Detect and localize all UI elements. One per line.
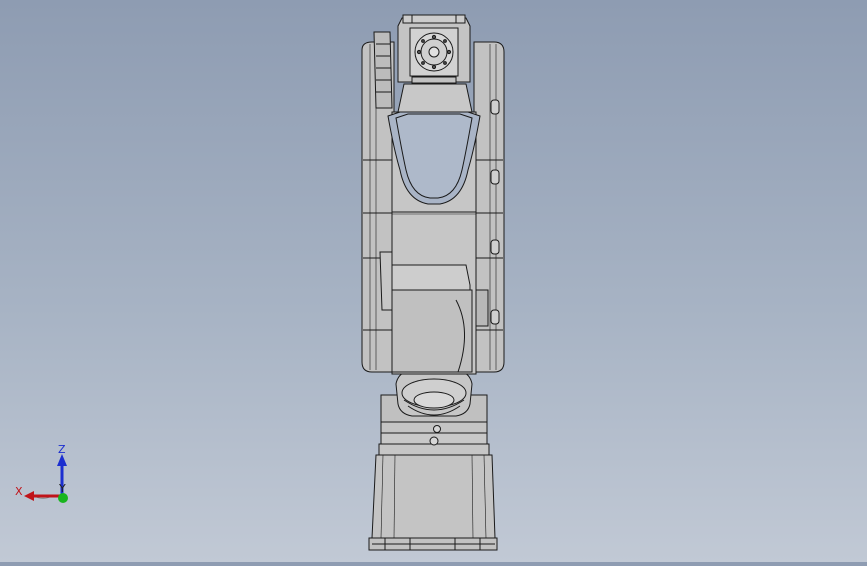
z-axis-label: Z (58, 443, 66, 456)
graphics-viewport[interactable]: Z X Y (0, 0, 867, 562)
wrist-housing (397, 14, 473, 113)
robot-base (368, 394, 498, 551)
x-axis-label: X (15, 485, 23, 498)
axis-triad: Z X Y (15, 443, 68, 503)
y-axis-label: Y (58, 482, 66, 495)
shoulder-joint (395, 369, 473, 417)
left-link-plate (361, 31, 397, 373)
x-arrowhead (24, 491, 34, 501)
robot-arm-model (361, 14, 505, 551)
arm-central-body (387, 109, 481, 375)
